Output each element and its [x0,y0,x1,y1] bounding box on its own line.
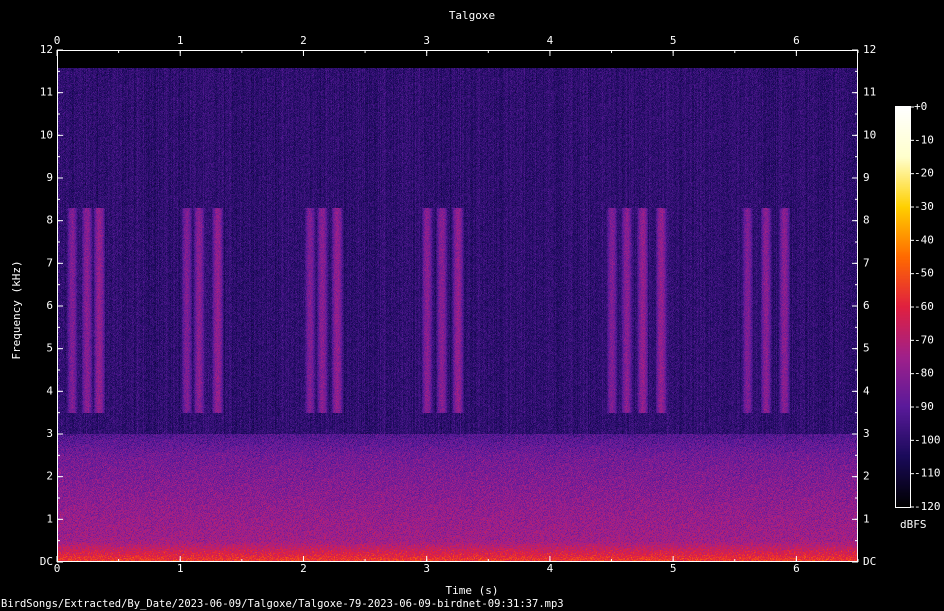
colorbar-tick-label: -110 [914,467,941,480]
file-path: BirdSongs/Extracted/By_Date/2023-06-09/T… [1,598,564,610]
x-tick-label-bottom: 3 [423,562,430,575]
x-tick-label-bottom: 2 [300,562,307,575]
y-tick-label-left: 12 [40,43,53,56]
x-tick-label-bottom: 1 [177,562,184,575]
x-axis-label: Time (s) [445,584,499,597]
y-tick-label-right: 8 [863,214,870,227]
y-tick-label-left: 7 [46,256,53,269]
colorbar-tick-label: -40 [914,233,934,246]
y-tick-label-left: 11 [40,86,53,99]
y-tick-label-left: 4 [46,384,53,397]
colorbar-tick-label: -90 [914,400,934,413]
colorbar-tick-label: -50 [914,267,934,280]
x-tick-label-bottom: 0 [54,562,61,575]
y-tick-label-right: 5 [863,342,870,355]
y-tick-label-right: 3 [863,427,870,440]
x-tick-label-bottom: 6 [793,562,800,575]
y-tick-label-left: 9 [46,171,53,184]
colorbar-tick-label: -20 [914,167,934,180]
y-tick-label-left: 2 [46,470,53,483]
y-tick-label-right: 9 [863,171,870,184]
colorbar-tick-label: -100 [914,433,941,446]
x-tick-label-top: 3 [423,34,430,47]
x-tick-label-top: 0 [54,34,61,47]
y-tick-label-right: 10 [863,128,876,141]
y-tick-label-right: DC [863,555,876,568]
y-tick-label-right: 4 [863,384,870,397]
colorbar-tick-label: -10 [914,133,934,146]
colorbar-unit-label: dBFS [900,518,927,531]
colorbar-tick-label: -120 [914,500,941,513]
x-tick-label-top: 5 [670,34,677,47]
x-tick-label-bottom: 5 [670,562,677,575]
y-tick-label-left: 8 [46,214,53,227]
y-tick-label-right: 1 [863,512,870,525]
colorbar-tick-label: +0 [914,100,927,113]
y-tick-label-right: 6 [863,299,870,312]
y-tick-label-left: DC [40,555,53,568]
y-tick-label-right: 2 [863,470,870,483]
y-axis-label: Frequency (kHz) [10,260,23,360]
x-tick-label-top: 1 [177,34,184,47]
x-tick-label-bottom: 4 [547,562,554,575]
chart-title: Talgoxe [448,9,496,22]
colorbar-frame [895,106,911,508]
y-tick-label-right: 7 [863,256,870,269]
y-tick-label-left: 5 [46,342,53,355]
y-tick-label-left: 3 [46,427,53,440]
x-tick-label-top: 4 [547,34,554,47]
colorbar-tick-label: -80 [914,367,934,380]
x-tick-label-top: 6 [793,34,800,47]
y-tick-label-left: 6 [46,299,53,312]
colorbar-tick-label: -30 [914,200,934,213]
colorbar-tick-label: -60 [914,300,934,313]
y-tick-label-right: 12 [863,43,876,56]
x-tick-label-top: 2 [300,34,307,47]
colorbar-tick-label: -70 [914,333,934,346]
y-tick-label-left: 10 [40,128,53,141]
plot-axes: 00112233445566DC DC1 12 23 34 45 56 67 78 89 910 10… [40,34,941,575]
plot-frame [57,50,858,562]
y-tick-label-left: 1 [46,512,53,525]
y-tick-label-right: 11 [863,86,876,99]
